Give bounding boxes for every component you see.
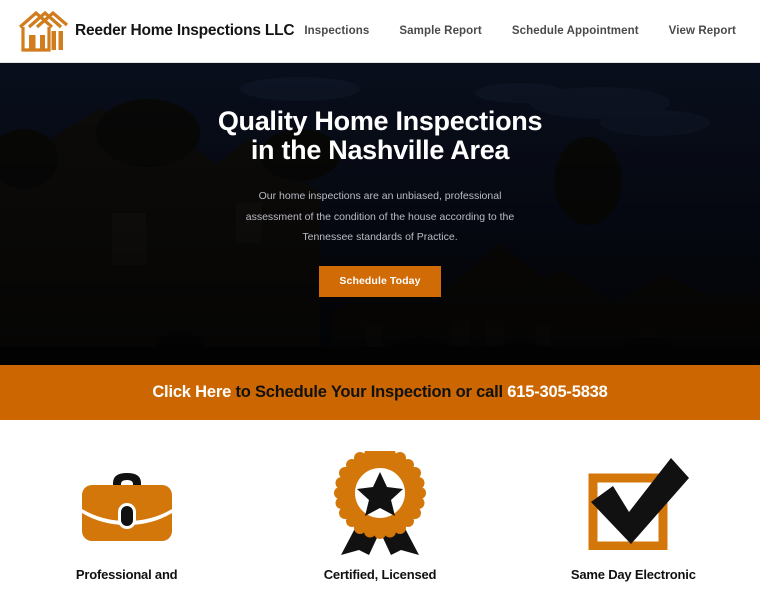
banner-middle-text: to Schedule Your Inspection or call	[231, 383, 508, 401]
hero-subtitle: Our home inspections are an unbiased, pr…	[245, 190, 515, 243]
brand-logo-link[interactable]: Reeder Home Inspections LLC	[17, 9, 295, 53]
checkbox-check-icon	[577, 450, 690, 555]
banner-click-here-link[interactable]: Click Here	[152, 383, 231, 401]
feature-title: Same Day Electronic	[570, 567, 696, 582]
feature-professional: Professional and	[0, 420, 253, 600]
schedule-today-button[interactable]: Schedule Today	[319, 265, 441, 297]
brand-name: Reeder Home Inspections LLC	[75, 22, 295, 39]
hero-section: Quality Home Inspections in the Nashvill…	[0, 63, 760, 365]
briefcase-icon	[74, 450, 180, 555]
nav-item-schedule-appointment[interactable]: Schedule Appointment	[512, 25, 639, 37]
hero-title: Quality Home Inspections in the Nashvill…	[217, 106, 543, 165]
feature-title: Certified, Licensed	[323, 567, 437, 582]
feature-certified: Certified, Licensed	[253, 420, 506, 600]
main-navigation: Inspections Sample Report Schedule Appoi…	[304, 25, 736, 37]
features-row: Professional and Certified, Licensed Sam…	[0, 420, 760, 600]
banner-text: Click Here to Schedule Your Inspection o…	[152, 383, 607, 402]
feature-same-day: Same Day Electronic	[507, 420, 760, 600]
schedule-banner[interactable]: Click Here to Schedule Your Inspection o…	[0, 365, 760, 420]
award-ribbon-icon	[327, 450, 433, 555]
nav-item-inspections[interactable]: Inspections	[304, 25, 369, 37]
nav-item-sample-report[interactable]: Sample Report	[399, 25, 481, 37]
nav-item-view-report[interactable]: View Report	[669, 25, 736, 37]
site-header: Reeder Home Inspections LLC Inspections …	[0, 0, 760, 63]
banner-phone-number[interactable]: 615-305-5838	[507, 383, 608, 401]
feature-title: Professional and	[75, 567, 178, 582]
house-logo-icon	[17, 9, 69, 53]
